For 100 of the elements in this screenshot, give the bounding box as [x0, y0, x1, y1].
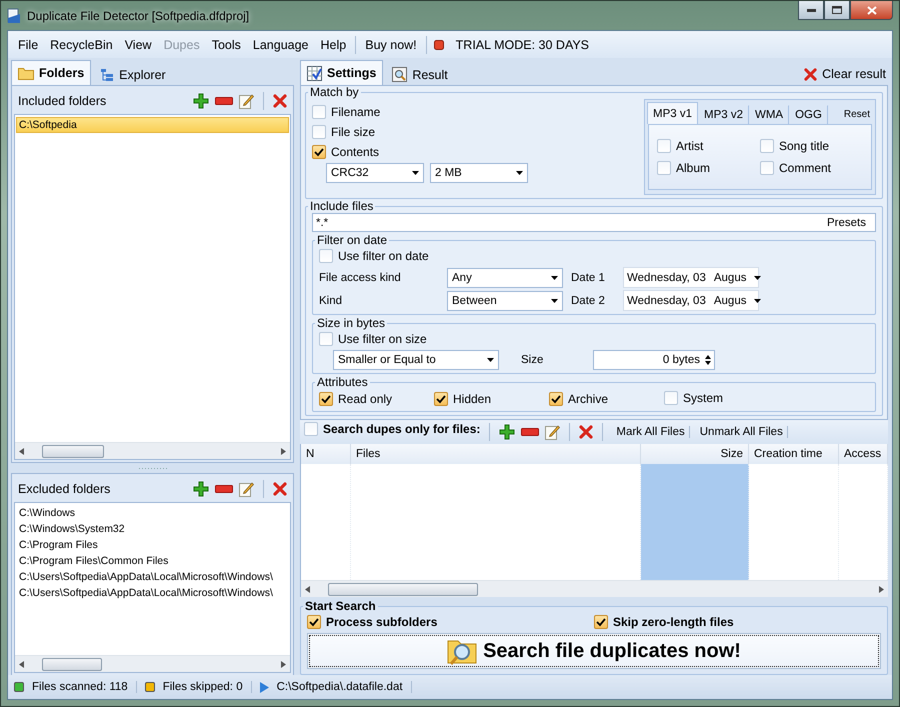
add-icon[interactable] [193, 93, 209, 109]
include-files-field[interactable]: *.* Presets [312, 213, 876, 232]
maximize-button[interactable] [824, 1, 850, 20]
size-spinner[interactable]: 0 bytes [593, 350, 715, 370]
menu-item[interactable]: View [118, 38, 158, 52]
date-picker[interactable]: Wednesday, 03 Augus [623, 267, 759, 288]
checkbox[interactable]: System [664, 389, 724, 407]
checkmark-icon [551, 394, 561, 404]
checkmark-icon [321, 394, 331, 404]
add-icon[interactable] [193, 481, 209, 497]
dropdown-arrow-icon [551, 298, 558, 302]
status-text: C:\Softpedia\.datafile.dat [276, 681, 412, 693]
reset-button[interactable]: Reset [838, 105, 875, 124]
field-label: Date 2 [571, 294, 606, 306]
group-title: Start Search [304, 600, 377, 613]
delete-icon[interactable] [273, 94, 287, 108]
dropdown[interactable]: Between [447, 290, 563, 310]
edit-icon[interactable] [239, 93, 254, 109]
comparison-dropdown[interactable]: Smaller or Equal to [333, 350, 499, 370]
checkmark-icon [309, 617, 319, 627]
scroll-left-icon[interactable] [19, 448, 24, 454]
horizontal-scrollbar[interactable] [301, 580, 888, 597]
checkbox[interactable]: Artist [657, 137, 760, 155]
checkbox[interactable]: Skip zero-length files [594, 613, 734, 631]
scroll-right-icon[interactable] [281, 660, 286, 668]
menu-item[interactable]: Tools [206, 38, 247, 52]
checklist-icon [307, 66, 322, 80]
checkbox[interactable]: Read only [319, 390, 392, 408]
spinner-arrows-icon[interactable] [705, 355, 711, 365]
panel-title: Excluded folders [18, 482, 110, 496]
folder-list-item[interactable]: C:\Windows [16, 505, 78, 521]
minimize-icon [806, 8, 816, 12]
scroll-right-icon[interactable] [281, 448, 286, 454]
menu-item[interactable]: Help [314, 38, 352, 52]
delete-icon[interactable] [804, 68, 818, 80]
folder-list-item[interactable]: C:\Program Files\Common Files [16, 553, 172, 569]
menu-item[interactable]: File [12, 38, 44, 52]
block-size-dropdown[interactable]: 2 MB [430, 163, 528, 183]
group-title: Filter on date [316, 234, 388, 247]
scroll-left-icon[interactable] [19, 660, 24, 668]
tab[interactable]: Settings [300, 60, 384, 85]
tab[interactable]: Explorer [93, 63, 173, 85]
checkbox[interactable]: Search dupes only for files: [304, 420, 480, 438]
folder-list-item[interactable]: C:\Windows\System32 [16, 521, 128, 537]
checkbox[interactable]: Hidden [434, 390, 492, 408]
tab[interactable]: MP3 v1 [647, 102, 698, 124]
unmark-all-files-button[interactable]: Unmark All Files [696, 426, 788, 438]
field-label: Kind [319, 294, 344, 306]
horizontal-scrollbar[interactable] [15, 442, 290, 459]
checkbox[interactable]: Use filter on size [319, 330, 427, 348]
close-button[interactable] [850, 1, 893, 20]
mark-all-files-button[interactable]: Mark All Files [612, 426, 690, 438]
checkmark-icon [436, 394, 446, 404]
window-title: Duplicate File Detector [Softpedia.dfdproj] [27, 8, 250, 22]
folder-list-item[interactable]: C:\Users\Softpedia\AppData\Local\Microsoft\Windows\ [16, 569, 276, 585]
dropdown-arrow-icon [754, 298, 762, 302]
buy-now-menu-item[interactable]: Buy now! [359, 38, 423, 52]
checkbox[interactable]: Comment [760, 159, 863, 177]
scroll-left-icon[interactable] [305, 586, 310, 592]
panel-title: Included folders [18, 94, 106, 108]
menu-item[interactable]: RecycleBin [44, 38, 119, 52]
checkbox[interactable]: Filename [312, 103, 380, 121]
checkbox[interactable]: Contents [312, 143, 380, 161]
checkbox[interactable]: Archive [549, 390, 608, 408]
edit-icon[interactable] [239, 481, 254, 497]
status-text: Files skipped: 0 [162, 681, 252, 693]
delete-icon[interactable] [579, 425, 594, 439]
group-title: Size in bytes [316, 317, 386, 330]
stop-icon [434, 40, 444, 50]
checkbox[interactable]: Process subfolders [307, 613, 438, 631]
checkbox[interactable]: Use filter on date [319, 247, 429, 265]
dropdown-arrow-icon [516, 171, 523, 175]
menu-item[interactable]: Language [246, 38, 315, 52]
tab[interactable]: Result [385, 63, 455, 85]
search-duplicates-button[interactable]: Search file duplicates now! [307, 633, 881, 669]
checkbox[interactable]: Album [657, 159, 760, 177]
add-icon[interactable] [499, 424, 516, 440]
folder-list-item[interactable]: C:\Softpedia [16, 117, 289, 133]
remove-icon[interactable] [521, 428, 540, 436]
checkbox[interactable]: File size [312, 123, 376, 141]
status-text: Files scanned: 118 [32, 681, 137, 693]
checkbox[interactable]: Song title [760, 137, 863, 155]
folder-list-item[interactable]: C:\Users\Softpedia\AppData\Local\Microsoft\Windows\ [16, 585, 276, 601]
clear-result-button[interactable]: Clear result [802, 63, 888, 85]
folder-list-item[interactable]: C:\Program Files [16, 537, 101, 553]
date-picker[interactable]: Wednesday, 03 Augus [623, 290, 759, 311]
splitter-grip-icon[interactable] [138, 466, 166, 470]
scrollbar-thumb[interactable] [42, 444, 104, 458]
scroll-right-icon[interactable] [879, 586, 884, 592]
edit-icon[interactable] [545, 424, 560, 440]
scrollbar-thumb[interactable] [328, 582, 478, 596]
delete-icon[interactable] [273, 482, 287, 496]
minimize-button[interactable] [798, 1, 824, 20]
folder-icon [18, 66, 34, 80]
trial-mode-label: TRIAL MODE: 30 DAYS [454, 38, 590, 52]
dropdown[interactable]: Any [447, 268, 563, 288]
tab[interactable]: Folders [11, 60, 92, 85]
horizontal-scrollbar[interactable] [15, 655, 290, 672]
algorithm-dropdown[interactable]: CRC32 [326, 163, 424, 183]
scrollbar-thumb[interactable] [42, 658, 102, 670]
